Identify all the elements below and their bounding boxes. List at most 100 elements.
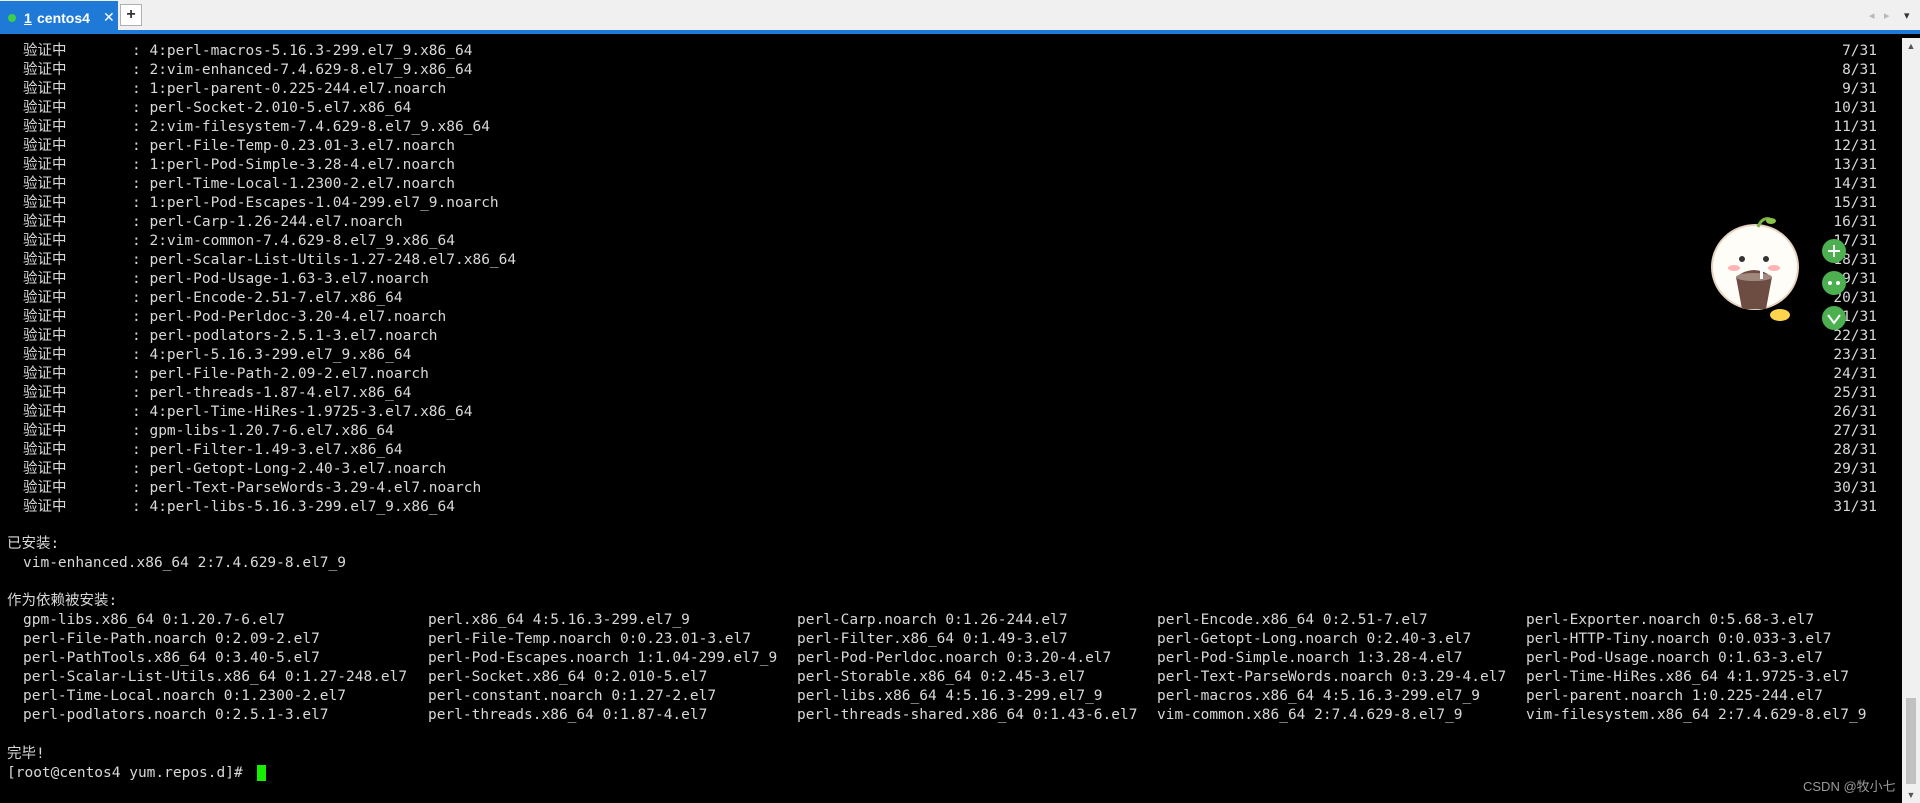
verify-row: 验证中: perl-Getopt-Long-2.40-3.el7.noarch 2…: [0, 460, 1902, 479]
dependency-package: perl-Text-ParseWords.noarch 0:3.29-4.el7: [1157, 669, 1507, 685]
dependency-package: perl-Storable.x86_64 0:2.45-3.el7: [797, 669, 1086, 685]
dependency-package: perl-Time-Local.noarch 0:1.2300-2.el7: [23, 688, 347, 704]
verify-progress: 29/31: [1833, 461, 1877, 477]
verify-package: : 1:perl-parent-0.225-244.el7.noarch: [132, 81, 447, 97]
verify-label: 验证中: [23, 43, 67, 59]
dependency-package: perl-Encode.x86_64 0:2.51-7.el7: [1157, 612, 1428, 628]
dependency-package: perl-File-Path.noarch 0:2.09-2.el7: [23, 631, 320, 647]
verify-progress: 11/31: [1833, 119, 1877, 135]
verify-label: 验证中: [23, 347, 67, 363]
scroll-tabs-right-icon[interactable]: ▸: [1884, 9, 1890, 22]
dependency-package: perl-HTTP-Tiny.noarch 0:0.033-3.el7: [1526, 631, 1832, 647]
dependency-package: perl.x86_64 4:5.16.3-299.el7_9: [428, 612, 690, 628]
dependency-package: perl-constant.noarch 0:1.27-2.el7: [428, 688, 717, 704]
verify-row: 验证中: perl-podlators-2.5.1-3.el7.noarch 22…: [0, 327, 1902, 346]
verify-label: 验证中: [23, 214, 67, 230]
verify-package: : perl-Text-ParseWords-3.29-4.el7.noarch: [132, 480, 482, 496]
verify-package: : perl-Scalar-List-Utils-1.27-248.el7.x8…: [132, 252, 517, 268]
verify-row: 验证中: perl-threads-1.87-4.el7.x86_64 25/31: [0, 384, 1902, 403]
verify-package: : gpm-libs-1.20.7-6.el7.x86_64: [132, 423, 394, 439]
verify-package: : perl-Pod-Usage-1.63-3.el7.noarch: [132, 271, 429, 287]
verify-package: : 2:vim-enhanced-7.4.629-8.el7_9.x86_64: [132, 62, 473, 78]
verify-row: 验证中: 4:perl-Time-HiRes-1.9725-3.el7.x86_…: [0, 403, 1902, 422]
verify-row: 验证中: 4:perl-libs-5.16.3-299.el7_9.x86_64…: [0, 498, 1902, 517]
dependency-package: perl-Pod-Simple.noarch 1:3.28-4.el7: [1157, 650, 1463, 666]
dependency-package: perl-Pod-Usage.noarch 0:1.63-3.el7: [1526, 650, 1823, 666]
tab-list-menu-icon[interactable]: ▾: [1904, 9, 1910, 22]
verify-label: 验证中: [23, 81, 67, 97]
verify-progress: 13/31: [1833, 157, 1877, 173]
verify-progress: 23/31: [1833, 347, 1877, 363]
verify-label: 验证中: [23, 385, 67, 401]
verify-package: : 2:vim-filesystem-7.4.629-8.el7_9.x86_6…: [132, 119, 490, 135]
verify-label: 验证中: [23, 328, 67, 344]
dependency-package: perl-Socket.x86_64 0:2.010-5.el7: [428, 669, 708, 685]
verify-progress: 12/31: [1833, 138, 1877, 154]
verify-row: 验证中: perl-File-Path-2.09-2.el7.noarch 24/…: [0, 365, 1902, 384]
verify-progress: 9/31: [1842, 81, 1877, 97]
verify-progress: 14/31: [1833, 176, 1877, 192]
shell-prompt: [root@centos4 yum.repos.d]#: [7, 765, 252, 781]
dependency-package: perl-parent.noarch 1:0.225-244.el7: [1526, 688, 1823, 704]
installed-package: vim-enhanced.x86_64 2:7.4.629-8.el7_9: [23, 555, 347, 571]
verify-label: 验证中: [23, 480, 67, 496]
verify-package: : 4:perl-libs-5.16.3-299.el7_9.x86_64: [132, 499, 456, 515]
verify-package: : perl-Encode-2.51-7.el7.x86_64: [132, 290, 403, 306]
new-tab-button[interactable]: +: [120, 4, 142, 26]
verify-progress: 10/31: [1833, 100, 1877, 116]
dependency-package: perl-threads-shared.x86_64 0:1.43-6.el7: [797, 707, 1138, 723]
dependency-package: perl-Carp.noarch 0:1.26-244.el7: [797, 612, 1068, 628]
verify-package: : perl-Socket-2.010-5.el7.x86_64: [132, 100, 412, 116]
verify-package: : 4:perl-macros-5.16.3-299.el7_9.x86_64: [132, 43, 473, 59]
scroll-up-icon[interactable]: ▲: [1902, 38, 1920, 54]
dependency-package: perl-PathTools.x86_64 0:3.40-5.el7: [23, 650, 320, 666]
verify-label: 验证中: [23, 423, 67, 439]
verify-label: 验证中: [23, 252, 67, 268]
verify-row: 验证中: perl-Filter-1.49-3.el7.x86_64 28/31: [0, 441, 1902, 460]
verify-row: 验证中 : 1:perl-Pod-Escapes-1.04-299.el7_9.n…: [0, 194, 1902, 213]
verify-progress: 25/31: [1833, 385, 1877, 401]
cartoon-sticker-icon: [1711, 217, 1846, 330]
verify-label: 验证中: [23, 461, 67, 477]
verify-label: 验证中: [23, 366, 67, 382]
verify-row: 验证中: perl-File-Temp-0.23.01-3.el7.noarch…: [0, 137, 1902, 156]
verify-package: : perl-Pod-Perldoc-3.20-4.el7.noarch: [132, 309, 447, 325]
verify-label: 验证中: [23, 157, 67, 173]
session-tab[interactable]: 1 centos4 ✕: [0, 1, 118, 32]
vertical-scrollbar[interactable]: ▲ ▼: [1902, 38, 1920, 803]
verify-label: 验证中: [23, 271, 67, 287]
verify-label: 验证中: [23, 119, 67, 135]
csdn-watermark: CSDN @牧小七: [1803, 779, 1896, 794]
verify-package: : perl-File-Path-2.09-2.el7.noarch: [132, 366, 429, 382]
verify-package: : 2:vim-common-7.4.629-8.el7_9.x86_64: [132, 233, 456, 249]
scrollbar-thumb[interactable]: [1906, 698, 1916, 784]
dependency-package: perl-threads.x86_64 0:1.87-4.el7: [428, 707, 708, 723]
verify-package: : 1:perl-Pod-Escapes-1.04-299.el7_9.noar…: [132, 195, 499, 211]
verify-label: 验证中: [23, 442, 67, 458]
verify-progress: 27/31: [1833, 423, 1877, 439]
verify-label: 验证中: [23, 100, 67, 116]
verify-row: 验证中 : 4:perl-macros-5.16.3-299.el7_9.x86_…: [0, 42, 1902, 61]
dependency-package: perl-libs.x86_64 4:5.16.3-299.el7_9: [797, 688, 1103, 704]
verify-label: 验证中: [23, 195, 67, 211]
verify-row: 验证中: 2:vim-common-7.4.629-8.el7_9.x86_64…: [0, 232, 1902, 251]
verify-row: 验证中: 4:perl-5.16.3-299.el7_9.x86_64 23/31: [0, 346, 1902, 365]
verify-label: 验证中: [23, 309, 67, 325]
dependency-package: perl-Pod-Escapes.noarch 1:1.04-299.el7_9: [428, 650, 778, 666]
terminal-output[interactable]: 验证中 : 4:perl-macros-5.16.3-299.el7_9.x86_…: [0, 38, 1902, 803]
complete-message: 完毕!: [7, 746, 45, 762]
verify-row: 验证中 : gpm-libs-1.20.7-6.el7.x86_64 27/31: [0, 422, 1902, 441]
dependency-package: perl-macros.x86_64 4:5.16.3-299.el7_9: [1157, 688, 1481, 704]
scroll-tabs-left-icon[interactable]: ◂: [1869, 9, 1875, 22]
tab-label: centos4: [37, 10, 90, 26]
dependency-package: perl-Filter.x86_64 0:1.49-3.el7: [797, 631, 1068, 647]
dependency-package: vim-common.x86_64 2:7.4.629-8.el7_9: [1157, 707, 1463, 723]
scroll-down-icon[interactable]: ▼: [1902, 787, 1920, 803]
dependency-package: gpm-libs.x86_64 0:1.20.7-6.el7: [23, 612, 285, 628]
verify-package: : perl-Carp-1.26-244.el7.noarch: [132, 214, 403, 230]
verify-label: 验证中: [23, 176, 67, 192]
verify-row: 验证中: perl-Pod-Perldoc-3.20-4.el7.noarch 2…: [0, 308, 1902, 327]
verify-progress: 26/31: [1833, 404, 1877, 420]
verify-row: 验证中 : 2:vim-filesystem-7.4.629-8.el7_9.x8…: [0, 118, 1902, 137]
close-icon[interactable]: ✕: [103, 9, 115, 26]
